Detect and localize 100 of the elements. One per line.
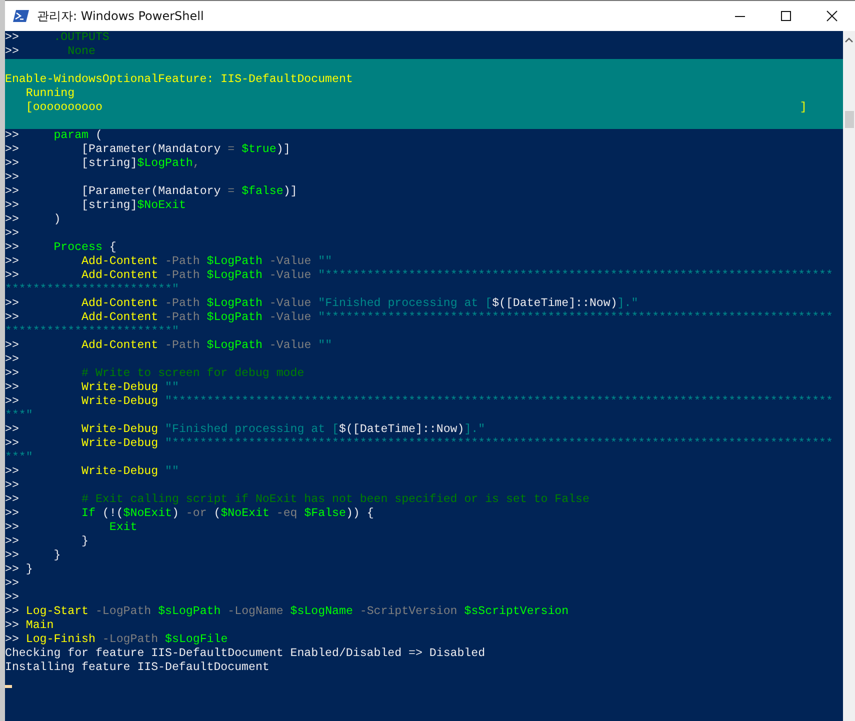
prompt-marker: >> bbox=[5, 549, 19, 563]
variable-text: $LogPath bbox=[206, 269, 262, 283]
prompt-marker: >> bbox=[5, 45, 19, 59]
code-text: )] bbox=[283, 185, 298, 199]
string-text: "Finished processing at [ bbox=[164, 423, 339, 437]
parameter-text: -Value bbox=[268, 311, 312, 325]
code-text: [string] bbox=[80, 199, 138, 213]
prompt-marker: >> bbox=[5, 535, 19, 549]
code-comment: # Exit calling script if NoExit has not been specified or is set to False bbox=[80, 493, 590, 507]
variable-text: param bbox=[52, 129, 88, 143]
cmdlet-text: Main bbox=[24, 619, 54, 633]
string-text: ***" bbox=[5, 409, 33, 423]
output-text: Installing feature IIS-DefaultDocument bbox=[5, 661, 270, 675]
parameter-text: -Path bbox=[164, 269, 201, 283]
variable-text: Process bbox=[52, 241, 102, 255]
prompt-marker: >> bbox=[5, 493, 19, 507]
code-comment: .OUTPUTS bbox=[52, 31, 110, 45]
cmdlet-text: Write-Debug bbox=[80, 437, 158, 451]
progress-status: Running bbox=[26, 87, 75, 101]
variable-text: $false bbox=[242, 185, 284, 199]
parameter-text: -Value bbox=[268, 339, 312, 353]
close-icon bbox=[826, 10, 838, 22]
scrollbar[interactable] bbox=[843, 31, 855, 721]
prompt-marker: >> bbox=[5, 185, 19, 199]
prompt-marker: >> bbox=[5, 353, 19, 367]
cmdlet-text: Add-Content bbox=[80, 255, 158, 269]
code-text: { bbox=[108, 241, 116, 255]
prompt-marker: >> bbox=[5, 241, 19, 255]
variable-text: $sScriptVersion bbox=[464, 605, 569, 619]
variable-text: $LogPath bbox=[206, 339, 262, 353]
parameter-text: -Value bbox=[268, 297, 312, 311]
string-text: "Finished processing at [ bbox=[318, 297, 492, 311]
prompt-marker: >> bbox=[5, 213, 19, 227]
progress-activity: Enable-WindowsOptionalFeature: IIS-DefaultDocument bbox=[5, 73, 353, 87]
maximize-icon bbox=[780, 10, 792, 22]
string-text: "" bbox=[318, 255, 332, 269]
parameter-text: -Path bbox=[164, 255, 201, 269]
cmdlet-text: Write-Debug bbox=[80, 395, 158, 409]
string-text: ]." bbox=[464, 423, 486, 437]
prompt-marker: >> bbox=[5, 521, 19, 535]
prompt-marker: >> bbox=[5, 507, 19, 521]
code-comment: None bbox=[66, 45, 96, 59]
string-text: ************************" bbox=[5, 283, 179, 297]
prompt-marker: >> bbox=[5, 479, 19, 493]
prompt-marker: >> bbox=[5, 591, 19, 605]
variable-text: $true bbox=[242, 143, 276, 157]
code-text: } bbox=[24, 563, 33, 577]
prompt-marker: >> bbox=[5, 423, 19, 437]
variable-text: $sLogName bbox=[290, 605, 353, 619]
variable-text: Exit bbox=[108, 521, 138, 535]
text-cursor bbox=[5, 684, 12, 688]
parameter-text: = bbox=[226, 185, 236, 199]
string-text: ***" bbox=[5, 451, 33, 465]
code-text: } bbox=[52, 549, 61, 563]
prompt-marker: >> bbox=[5, 297, 19, 311]
code-comment: # Write to screen for debug mode bbox=[80, 367, 304, 381]
variable-text: $False bbox=[304, 507, 346, 521]
code-text: $([DateTime]::Now) bbox=[492, 297, 618, 311]
prompt-marker: >> bbox=[5, 269, 19, 283]
parameter-text: -LogName bbox=[226, 605, 284, 619]
cmdlet-text: Add-Content bbox=[80, 297, 158, 311]
prompt-marker: >> bbox=[5, 339, 19, 353]
string-text: ]." bbox=[617, 297, 638, 311]
prompt-marker: >> bbox=[5, 31, 19, 45]
output-text: Checking for feature IIS-DefaultDocument Enabled/Disabled => Disabled bbox=[5, 647, 486, 661]
prompt-marker: >> bbox=[5, 143, 19, 157]
progress-bar-end: ] bbox=[800, 101, 807, 115]
window-title: 관리자: Windows PowerShell bbox=[37, 8, 204, 24]
prompt-marker: >> bbox=[5, 171, 19, 185]
variable-text: $sLogFile bbox=[165, 633, 228, 647]
code-text: [string] bbox=[80, 157, 138, 171]
prompt-marker: >> bbox=[5, 605, 19, 619]
code-text: ( bbox=[94, 129, 102, 143]
code-text: (!( bbox=[101, 507, 124, 521]
code-text: } bbox=[80, 535, 88, 549]
parameter-text: -Path bbox=[164, 297, 201, 311]
prompt-marker: >> bbox=[5, 381, 19, 395]
string-text: "" bbox=[318, 339, 332, 353]
string-text: "************************************************************************* bbox=[318, 311, 833, 325]
string-text: "" bbox=[164, 381, 179, 395]
parameter-text: -LogPath bbox=[101, 633, 160, 647]
parameter-text: -ScriptVersion bbox=[358, 605, 458, 619]
scrollbar-thumb[interactable] bbox=[844, 111, 854, 128]
parameter-text: -Path bbox=[164, 339, 201, 353]
prompt-marker: >> bbox=[5, 129, 19, 143]
parameter-text: -Path bbox=[164, 311, 201, 325]
prompt-marker: >> bbox=[5, 157, 19, 171]
prompt-marker: >> bbox=[5, 255, 19, 269]
cmdlet-text: Log-Start bbox=[24, 605, 88, 619]
cmdlet-text: Add-Content bbox=[80, 311, 158, 325]
prompt-marker: >> bbox=[5, 619, 19, 633]
variable-text: $sLogPath bbox=[158, 605, 221, 619]
code-text: ( bbox=[212, 507, 221, 521]
prompt-marker: >> bbox=[5, 633, 19, 647]
code-text: $([DateTime]::Now) bbox=[338, 423, 464, 437]
prompt-marker: >> bbox=[5, 227, 19, 241]
code-text: ) bbox=[172, 507, 180, 521]
variable-text: $LogPath bbox=[206, 255, 262, 269]
prompt-marker: >> bbox=[5, 563, 19, 577]
variable-text: $NoExit bbox=[137, 199, 186, 213]
